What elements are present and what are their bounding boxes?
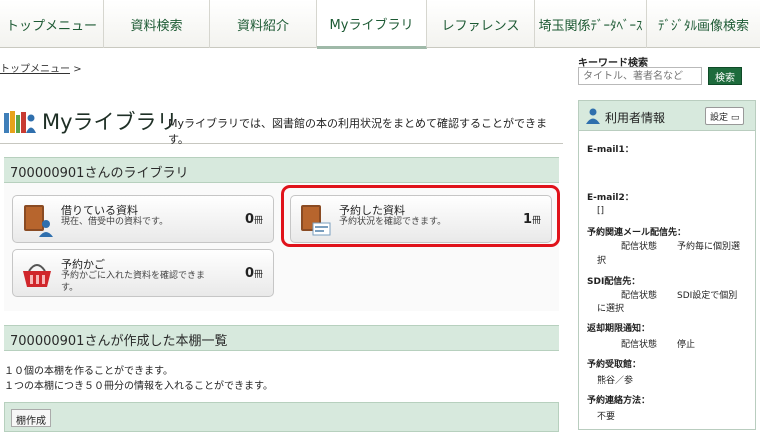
page-title: Myライブラリ [42, 110, 178, 134]
user-info-panel: 利用者情報 設定 ▭ E-mail1： E-mail2： [] 予約関連メール配… [578, 100, 756, 430]
email1-label: E-mail1： [587, 145, 634, 155]
borrowed-desc: 現在、借受中の資料です。 [61, 217, 169, 227]
sdi-status-value: SDI設定で個別 [677, 291, 738, 301]
breadcrumb-top-menu[interactable]: トップメニュー [0, 64, 70, 75]
user-info-header: 利用者情報 設定 ▭ [579, 101, 755, 131]
mail-dest-label: 予約関連メール配信先： [587, 228, 687, 238]
overdue-status-label: 配信状態 [621, 340, 658, 350]
email2-value: [] [597, 206, 605, 216]
sdi-label: SDI配信先： [587, 277, 641, 287]
basket-count: 0冊 [244, 266, 263, 281]
nav-search[interactable]: 資料検索 [104, 0, 210, 48]
user-info-title: 利用者情報 [605, 111, 666, 125]
nav-my-library[interactable]: Myライブラリ [317, 0, 427, 49]
sdi-status-value-cont: に選択 [597, 304, 625, 314]
library-header: 700000901さんのライブラリ [4, 157, 559, 183]
mail-status-value: 予約毎に個別選 [677, 242, 741, 252]
borrowed-count: 0冊 [244, 212, 263, 227]
top-nav: トップメニュー 資料検索 資料紹介 Myライブラリ レファレンス 埼玉関係ﾃﾞｰ… [0, 0, 760, 49]
keyword-search-button[interactable]: 検索 [708, 67, 742, 85]
mail-status-value-cont: 択 [597, 256, 607, 266]
breadcrumb: トップメニュー > [0, 60, 82, 75]
page-subtitle: Myライブラリでは、図書館の本の利用状況をまとめて確認することができます。 [168, 117, 547, 146]
nav-top-menu[interactable]: トップメニュー [0, 0, 104, 48]
pickup-value: 熊谷／参 [597, 376, 634, 386]
shelf-note-1: １０個の本棚を作ることができます。 [4, 366, 173, 377]
overdue-label: 返却期限通知： [587, 324, 651, 334]
keyword-search-input[interactable] [578, 67, 702, 85]
contact-value: 不要 [597, 412, 616, 422]
pickup-label: 予約受取館： [587, 360, 642, 370]
settings-button[interactable]: 設定 ▭ [705, 107, 745, 125]
basket-desc: 予約かごに入れた資料を確認できます。 [61, 271, 206, 293]
mail-status-label: 配信状態 [621, 242, 658, 252]
sdi-status-label: 配信状態 [621, 291, 658, 301]
nav-digital-image[interactable]: ﾃﾞｼﾞﾀﾙ画像検索 [647, 0, 760, 48]
reserved-highlight-box [281, 185, 560, 247]
shelf-toolbar: 棚作成 [4, 402, 559, 432]
basket-card[interactable]: 予約かご 予約かごに入れた資料を確認できます。 0冊 [12, 249, 274, 297]
nav-introduction[interactable]: 資料紹介 [210, 0, 317, 48]
nav-saitama-db[interactable]: 埼玉関係ﾃﾞｰﾀﾍﾞｰｽ [535, 0, 647, 48]
window-icon: ▭ [730, 113, 740, 123]
books-icon [4, 111, 36, 133]
basket-icon [23, 264, 51, 287]
nav-reference[interactable]: レファレンス [427, 0, 535, 48]
user-icon [586, 108, 600, 124]
borrowed-book-icon [24, 205, 53, 237]
breadcrumb-separator: > [73, 64, 82, 75]
page-title-bar: Myライブラリ Myライブラリでは、図書館の本の利用状況をまとめて確認することが… [0, 100, 563, 146]
shelf-header: 700000901さんが作成した本棚一覧 [4, 325, 559, 351]
shelf-note-2: １つの本棚につき５０冊分の情報を入れることができます。 [4, 381, 273, 392]
email2-label: E-mail2： [587, 193, 634, 203]
borrowed-card[interactable]: 借りている資料 現在、借受中の資料です。 0冊 [12, 195, 274, 243]
create-shelf-button[interactable]: 棚作成 [11, 409, 51, 427]
overdue-status-value: 停止 [677, 340, 696, 350]
contact-label: 予約連絡方法： [587, 396, 651, 406]
